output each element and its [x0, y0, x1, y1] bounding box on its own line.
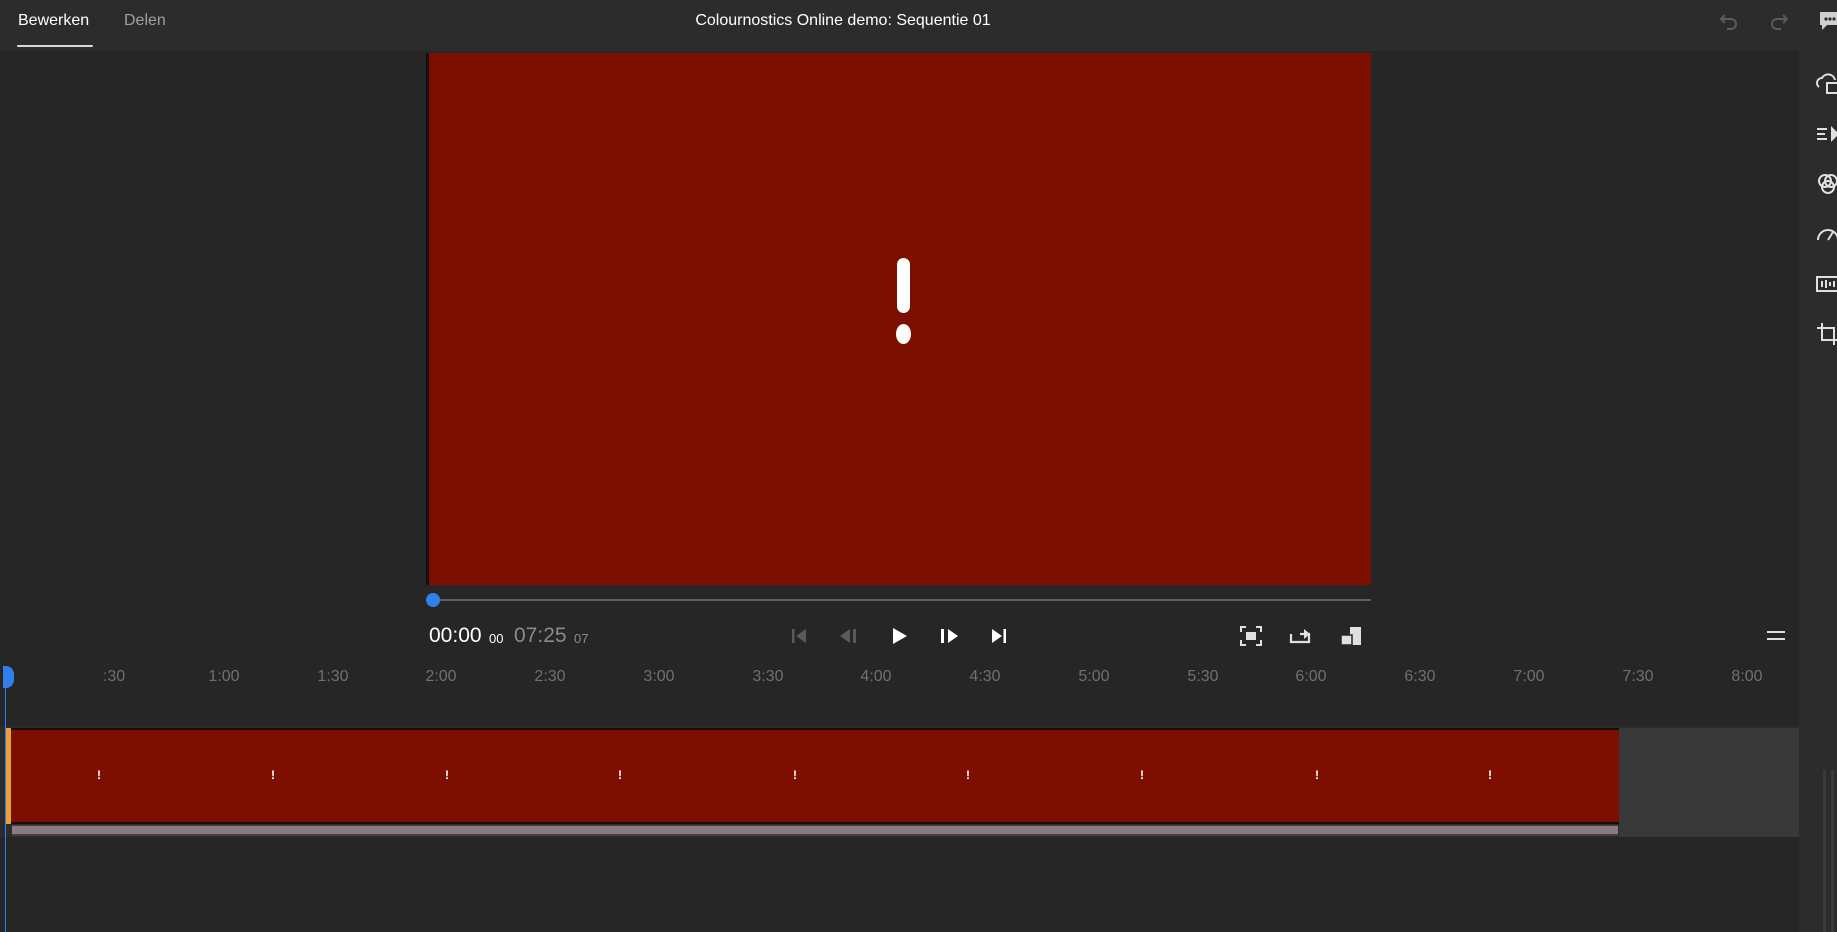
- skip-to-start-button[interactable]: [785, 623, 813, 649]
- aspect-ratio-button[interactable]: [1337, 623, 1365, 649]
- playhead-line: [5, 688, 6, 932]
- clip-warning-marker: !: [271, 768, 275, 782]
- transitions-button[interactable]: [1815, 121, 1837, 147]
- color-button[interactable]: [1815, 171, 1837, 197]
- loop-icon: [1289, 629, 1311, 644]
- clip-warning-marker: !: [793, 768, 797, 782]
- total-duration: 07:25: [514, 624, 567, 647]
- track-empty-area[interactable]: [1619, 728, 1799, 837]
- current-timecode: 00:00: [429, 624, 482, 647]
- ruler-label: 4:00: [860, 668, 892, 685]
- rail-scrollbar-secondary[interactable]: [1831, 770, 1834, 932]
- transitions-icon: [1817, 126, 1837, 142]
- clip-warning-marker: !: [97, 768, 101, 782]
- crop-icon: [1817, 323, 1837, 345]
- scrubber-handle[interactable]: [426, 593, 440, 607]
- clip-warning-marker: !: [1488, 768, 1492, 782]
- clip-warning-marker: !: [445, 768, 449, 782]
- crop-button[interactable]: [1815, 321, 1837, 347]
- ruler-label: 8:00: [1731, 668, 1763, 685]
- fit-frame-button[interactable]: [1237, 623, 1265, 649]
- ruler-label: 3:30: [752, 668, 784, 685]
- video-preview[interactable]: [426, 53, 1371, 585]
- ruler-label: 7:00: [1513, 668, 1545, 685]
- total-frames: 07: [574, 631, 589, 646]
- current-frames: 00: [489, 631, 504, 646]
- ruler-label: 6:00: [1295, 668, 1327, 685]
- fit-frame-icon: [1240, 626, 1262, 646]
- clip-audio-strip: [12, 825, 1618, 836]
- clip-warning-marker: !: [966, 768, 970, 782]
- skip-to-end-button[interactable]: [985, 623, 1013, 649]
- playhead-handle[interactable]: [3, 666, 14, 688]
- top-bar: Bewerken Delen Colournostics Online demo…: [0, 0, 1837, 51]
- clip-warning-marker: !: [1140, 768, 1144, 782]
- ruler-label: 6:30: [1404, 668, 1436, 685]
- sequence-title: Colournostics Online demo: Sequentie 01: [695, 12, 991, 29]
- undo-icon: [1719, 14, 1737, 30]
- ruler-label: 3:00: [643, 668, 675, 685]
- ruler-label: 2:30: [534, 668, 566, 685]
- timeline-ruler[interactable]: :30 1:00 1:30 2:00 2:30 3:00 3:30 4:00 4…: [0, 660, 1799, 690]
- audio-icon: [1816, 276, 1837, 292]
- aspect-ratio-icon: [1340, 627, 1361, 646]
- scrubber-track[interactable]: [432, 599, 1371, 601]
- step-back-button[interactable]: [835, 623, 863, 649]
- export-cloud-icon: [1816, 73, 1837, 94]
- step-back-icon: [840, 629, 856, 643]
- ruler-label: 7:30: [1622, 668, 1654, 685]
- ruler-label: 2:00: [425, 668, 457, 685]
- skip-to-end-icon: [992, 629, 1006, 643]
- rail-scrollbar[interactable]: [1823, 770, 1826, 932]
- speed-button[interactable]: [1815, 221, 1837, 247]
- step-forward-button[interactable]: [935, 623, 963, 649]
- speed-icon: [1817, 229, 1837, 241]
- ruler-label: 1:30: [317, 668, 349, 685]
- play-button[interactable]: [885, 623, 913, 649]
- undo-button[interactable]: [1715, 8, 1743, 34]
- ruler-label: :30: [102, 668, 126, 685]
- loop-button[interactable]: [1287, 623, 1315, 649]
- ruler-label: 5:00: [1078, 668, 1110, 685]
- comments-button[interactable]: [1818, 9, 1837, 33]
- timeline-clip[interactable]: [6, 728, 1619, 824]
- step-forward-icon: [941, 629, 958, 643]
- ruler-label: 5:30: [1187, 668, 1219, 685]
- play-icon: [893, 628, 907, 644]
- export-button[interactable]: [1815, 71, 1837, 97]
- color-icon: [1818, 174, 1837, 194]
- ruler-label: 4:30: [969, 668, 1001, 685]
- skip-to-start-icon: [792, 629, 806, 643]
- redo-button[interactable]: [1765, 8, 1793, 34]
- clip-warning-marker: !: [618, 768, 622, 782]
- audio-button[interactable]: [1815, 271, 1837, 297]
- hamburger-menu-icon: [1767, 631, 1785, 640]
- timeline-menu-button[interactable]: [1765, 627, 1787, 645]
- exclamation-icon: [897, 258, 910, 313]
- comment-icon: [1820, 12, 1837, 30]
- clip-warning-marker: !: [1315, 768, 1319, 782]
- ruler-label: 1:00: [208, 668, 240, 685]
- active-tab-indicator: [17, 45, 93, 47]
- redo-icon: [1771, 14, 1789, 30]
- clip-trim-handle[interactable]: [6, 728, 11, 824]
- exclamation-dot: [896, 324, 911, 344]
